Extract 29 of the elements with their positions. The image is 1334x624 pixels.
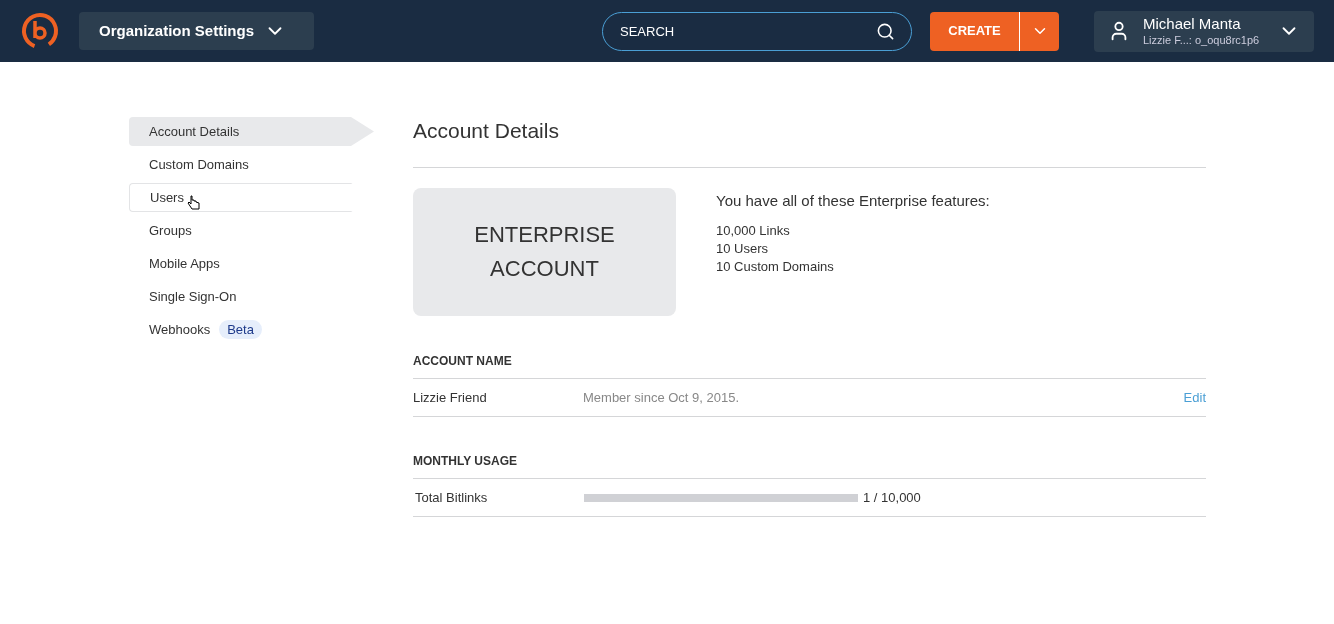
sidebar-item[interactable]: Mobile Apps (129, 249, 374, 278)
search-icon[interactable] (876, 21, 895, 41)
logo-icon[interactable] (20, 11, 60, 51)
create-dropdown-button[interactable] (1019, 11, 1059, 51)
search-field[interactable]: SEARCH (602, 11, 912, 51)
sidebar-item[interactable]: Webhooks Beta (129, 315, 374, 344)
pointer-hand-icon (187, 195, 201, 212)
usage-reading: 1 / 10,000 (863, 488, 921, 507)
beta-badge: Beta (219, 320, 262, 339)
plan-name: ACCOUNT (490, 255, 599, 283)
page-title: Account Details (413, 117, 1206, 168)
features-heading: You have all of these Enterprise features: (716, 191, 990, 211)
user-name: Michael Manta (1143, 14, 1242, 34)
member-since: Member since Oct 9, 2015. (583, 388, 740, 407)
sidebar-item[interactable]: Custom Domains (129, 150, 374, 179)
feature-item: 10,000 Links (716, 221, 791, 240)
account-name: Lizzie Friend (413, 388, 488, 407)
section-heading: ACCOUNT NAME (413, 352, 1206, 379)
section-heading: MONTHLY USAGE (413, 452, 1206, 479)
plan-name: ENTERPRISE (474, 221, 615, 249)
sidebar-item[interactable]: Groups (129, 216, 374, 245)
usage-label: Total Bitlinks (414, 488, 489, 507)
org-settings-menu[interactable]: Organization Settings (79, 12, 314, 50)
user-menu[interactable]: Michael Manta Lizzie F...: o_oqu8rc1p6 (1094, 10, 1314, 52)
feature-item: 10 Users (716, 239, 770, 258)
sidebar-item[interactable]: Account Details (129, 117, 374, 146)
feature-item: 10 Custom Domains (716, 257, 835, 276)
sidebar-item[interactable]: Single Sign-On (129, 282, 374, 311)
account-id: Lizzie F...: o_oqu8rc1p6 (1143, 33, 1261, 48)
